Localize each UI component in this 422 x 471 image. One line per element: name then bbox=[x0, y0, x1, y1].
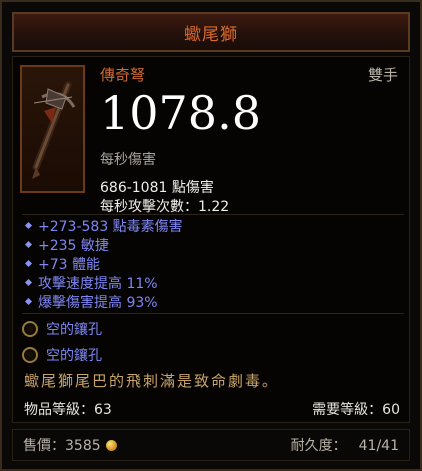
item-level: 物品等級：63 bbox=[24, 402, 112, 418]
item-image-frame bbox=[20, 65, 85, 193]
flavor-text: 蠍尾獅尾巴的飛刺滿是致命劇毒。 bbox=[24, 372, 280, 390]
sell-price: 售價：3585 bbox=[23, 435, 117, 455]
socket-row: 空的鑲孔 bbox=[22, 345, 102, 365]
diamond-icon bbox=[24, 259, 33, 268]
affix-row: +235 敏捷 bbox=[22, 235, 183, 254]
affix-row: +73 體能 bbox=[22, 254, 183, 273]
affix-row: +273-583 點毒素傷害 bbox=[22, 216, 183, 235]
dps-label: 每秒傷害 bbox=[100, 152, 156, 168]
tooltip-footer: 售價：3585 耐久度： 41/41 bbox=[12, 429, 410, 461]
attacks-per-second: 每秒攻擊次數：1.22 bbox=[100, 199, 230, 215]
gold-coin-icon bbox=[105, 440, 117, 451]
diamond-icon bbox=[24, 221, 33, 230]
damage-range: 686-1081 點傷害 bbox=[100, 180, 214, 196]
divider bbox=[22, 313, 404, 314]
affix-list: +273-583 點毒素傷害 +235 敏捷 +73 體能 攻擊速度提高 11%… bbox=[22, 216, 183, 311]
item-name-banner: 蠍尾獅 bbox=[12, 12, 410, 52]
empty-socket-icon bbox=[22, 347, 38, 363]
durability: 耐久度： 41/41 bbox=[290, 438, 399, 454]
affix-row: 攻擊速度提高 11% bbox=[22, 273, 183, 292]
required-level: 需要等級：60 bbox=[312, 402, 400, 418]
socket-row: 空的鑲孔 bbox=[22, 319, 102, 339]
item-name: 蠍尾獅 bbox=[184, 24, 238, 45]
item-rarity-type: 傳奇弩 bbox=[100, 66, 146, 84]
item-tooltip: 蠍尾獅 傳奇弩 雙手 1078.8 每秒傷害 686-1081 點傷害 每秒攻擊… bbox=[0, 0, 422, 471]
diamond-icon bbox=[24, 240, 33, 249]
diamond-icon bbox=[24, 297, 33, 306]
level-row: 物品等級：63 需要等級：60 bbox=[24, 399, 400, 419]
diamond-icon bbox=[24, 278, 33, 287]
dps-value: 1078.8 bbox=[100, 86, 261, 140]
affix-row: 爆擊傷害提高 93% bbox=[22, 292, 183, 311]
item-slot: 雙手 bbox=[367, 66, 398, 84]
empty-socket-icon bbox=[22, 321, 38, 337]
crossbow-icon bbox=[32, 81, 76, 179]
